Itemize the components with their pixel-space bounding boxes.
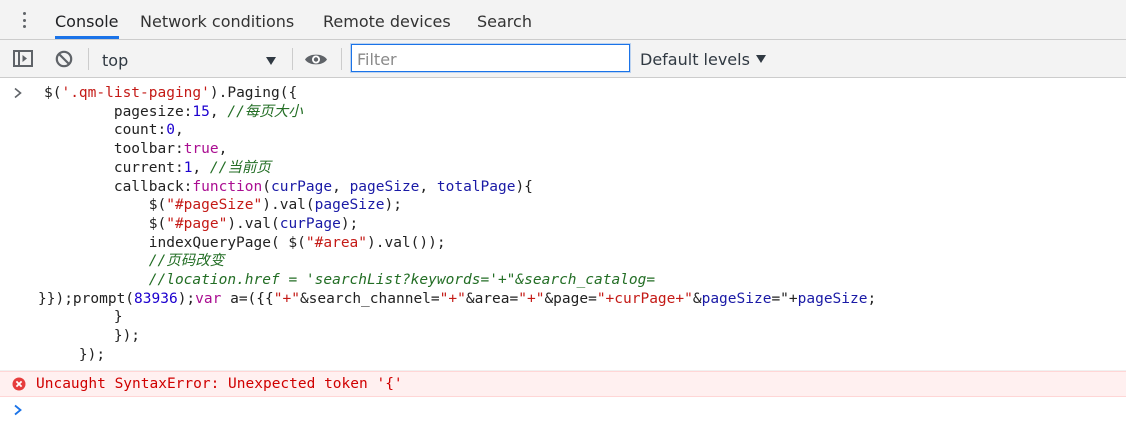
code-line: }});prompt(83936);var a=({{"+"&search_ch… xyxy=(38,290,877,307)
code-line: toolbar:true, xyxy=(44,141,228,158)
code-line: $('.qm-list-paging').Paging({ xyxy=(44,85,298,101)
console-input-message[interactable]: $('.qm-list-paging').Paging({ pagesize:1… xyxy=(0,78,1126,371)
code-line: indexQueryPage( $("#area").val()); xyxy=(44,234,446,251)
error-message-row[interactable]: Uncaught SyntaxError: Unexpected token '… xyxy=(0,371,1126,397)
code-line: pagesize:15, //每页大小 xyxy=(44,103,303,120)
sidebar-toggle-icon[interactable] xyxy=(13,50,33,67)
console-output[interactable]: $('.qm-list-paging').Paging({ pagesize:1… xyxy=(0,78,1126,448)
tab-console[interactable]: Console xyxy=(55,0,119,39)
code-line: count:0, xyxy=(44,122,184,139)
code-line: current:1, //当前页 xyxy=(44,159,271,176)
dropdown-caret-icon xyxy=(266,57,276,65)
code-line: }); xyxy=(44,346,106,363)
filter-input[interactable] xyxy=(351,44,630,72)
console-toolbar: top Default levels xyxy=(0,40,1126,78)
tab-search[interactable]: Search xyxy=(477,0,532,39)
code-line: $("#pageSize").val(pageSize); xyxy=(44,197,402,214)
toolbar-divider xyxy=(292,48,293,70)
toolbar-divider xyxy=(88,48,89,70)
code-line: $("#page").val(curPage); xyxy=(44,215,359,232)
toolbar-divider xyxy=(341,48,342,70)
code-line: //location.href = 'searchList?keywords='… xyxy=(148,272,656,288)
log-levels-label: Default levels xyxy=(640,50,750,69)
chevron-right-icon[interactable] xyxy=(13,404,23,416)
tab-network-conditions[interactable]: Network conditions xyxy=(140,0,294,39)
live-expression-eye-icon[interactable] xyxy=(304,52,328,67)
execution-context-select[interactable]: top xyxy=(100,44,286,74)
tab-remote-devices[interactable]: Remote devices xyxy=(323,0,451,39)
code-line: } xyxy=(44,309,123,326)
clear-console-icon[interactable] xyxy=(55,50,73,68)
code-line: }); xyxy=(44,328,141,345)
execution-context-label: top xyxy=(102,51,129,70)
code-line: //页码改变 xyxy=(148,253,225,270)
error-message-text: Uncaught SyntaxError: Unexpected token '… xyxy=(36,376,403,392)
kebab-menu-icon[interactable] xyxy=(22,12,28,30)
code-line: callback:function(curPage, pageSize, tot… xyxy=(44,178,533,195)
error-circle-icon xyxy=(12,377,26,391)
log-levels-dropdown[interactable]: Default levels xyxy=(640,50,766,69)
drawer-tab-bar: Console Network conditions Remote device… xyxy=(0,0,1126,40)
chevron-right-icon xyxy=(14,87,22,99)
dropdown-caret-icon xyxy=(755,55,766,63)
